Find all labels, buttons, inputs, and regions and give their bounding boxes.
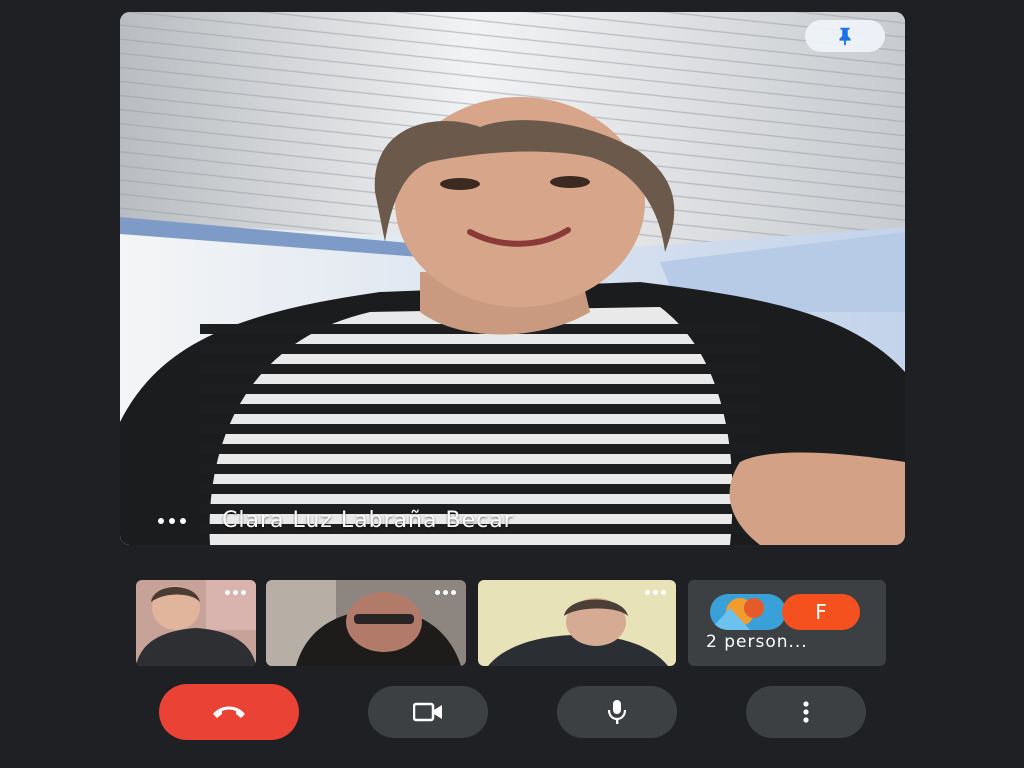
more-horizontal-icon[interactable] [435, 590, 456, 595]
call-controls [0, 684, 1024, 740]
more-options-button[interactable] [746, 686, 866, 738]
more-participants-tile[interactable]: F 2 person... [688, 580, 886, 666]
microphone-toggle-button[interactable] [557, 686, 677, 738]
main-video-tile[interactable]: Clara Luz Labraña Becar [120, 12, 905, 545]
more-participants-label: 2 person... [706, 632, 808, 652]
participant-thumbnail-1[interactable] [136, 580, 256, 666]
video-camera-icon [413, 702, 442, 722]
participant-avatars: F [710, 594, 870, 630]
hang-up-icon [213, 706, 245, 718]
avatar: F [782, 594, 860, 630]
camera-toggle-button[interactable] [368, 686, 488, 738]
avatar [710, 594, 786, 630]
more-horizontal-icon[interactable] [225, 590, 246, 595]
microphone-icon [607, 700, 627, 724]
participant-thumbnail-3[interactable] [478, 580, 676, 666]
main-participant-name: Clara Luz Labraña Becar [222, 508, 514, 533]
more-horizontal-icon[interactable] [645, 590, 666, 595]
main-video-feed [120, 12, 905, 545]
main-participant-bar: Clara Luz Labraña Becar [158, 508, 514, 533]
pin-button[interactable] [805, 20, 885, 52]
more-horizontal-icon[interactable] [158, 517, 186, 524]
meeting-screen: Clara Luz Labraña Becar F 2 person... [0, 0, 1024, 768]
participant-thumbnails: F 2 person... [136, 580, 888, 666]
participant-thumbnail-2[interactable] [266, 580, 466, 666]
more-vertical-icon [803, 701, 809, 723]
end-call-button[interactable] [159, 684, 299, 740]
pin-icon [839, 27, 851, 46]
